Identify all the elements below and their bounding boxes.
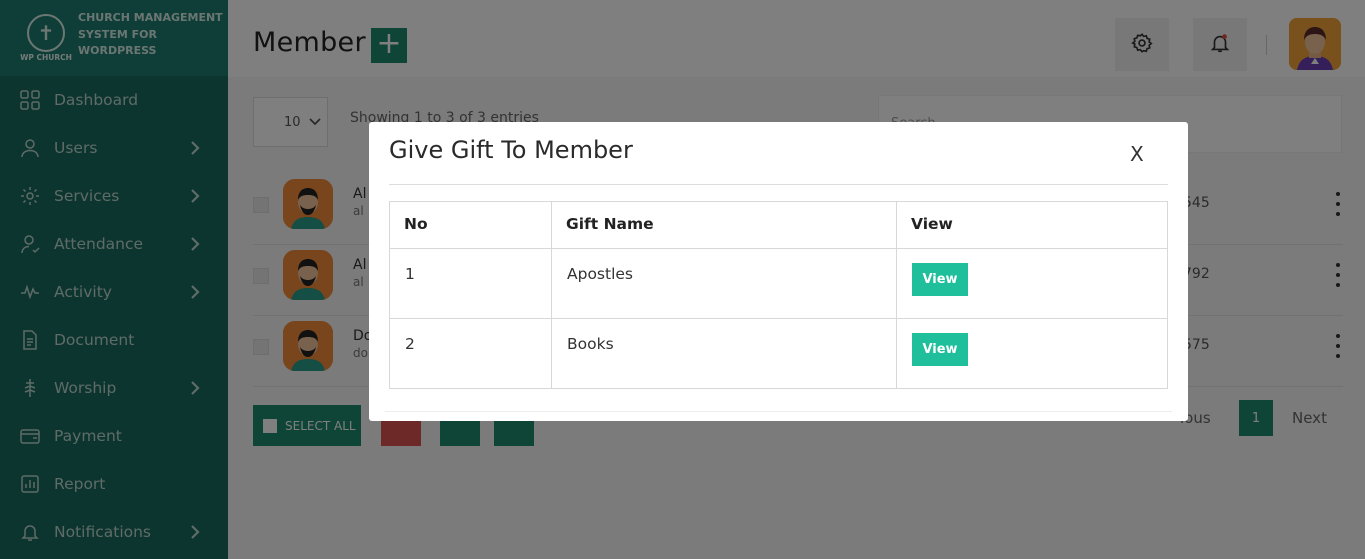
gift-modal: Give Gift To Member X No Gift Name View …	[369, 122, 1188, 421]
divider	[389, 184, 1168, 185]
gift-view-cell: View	[896, 248, 1168, 319]
close-button[interactable]: X	[1130, 142, 1144, 166]
gift-name: Books	[551, 318, 897, 389]
gift-table: No Gift Name View 1 Apostles View 2 Book…	[389, 201, 1168, 389]
modal-footer-divider	[385, 411, 1172, 412]
table-row: 1 Apostles View	[389, 248, 1168, 319]
view-gift-button[interactable]: View	[912, 333, 968, 366]
modal-title: Give Gift To Member	[389, 136, 633, 164]
column-header-view: View	[896, 201, 1168, 249]
column-header-no: No	[389, 201, 552, 249]
gift-no: 1	[389, 248, 552, 319]
view-gift-button[interactable]: View	[912, 263, 968, 296]
table-header-row: No Gift Name View	[389, 201, 1168, 249]
gift-name: Apostles	[551, 248, 897, 319]
column-header-gift-name: Gift Name	[551, 201, 897, 249]
gift-no: 2	[389, 318, 552, 389]
table-row: 2 Books View	[389, 318, 1168, 389]
gift-view-cell: View	[896, 318, 1168, 389]
